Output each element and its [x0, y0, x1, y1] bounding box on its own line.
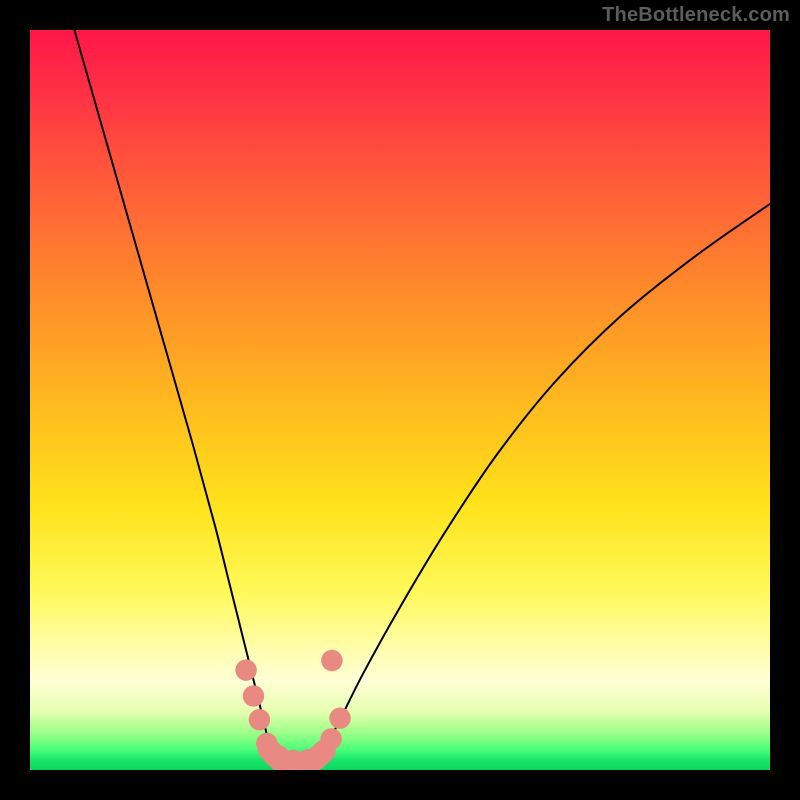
- plot-area: [30, 30, 770, 770]
- curve-layer: [30, 30, 770, 770]
- marker-point: [235, 659, 256, 680]
- marker-point: [320, 728, 341, 749]
- series-right-branch: [327, 204, 770, 744]
- marker-point: [283, 750, 304, 770]
- marker-point: [249, 709, 270, 730]
- watermark-text: TheBottleneck.com: [602, 4, 790, 27]
- marker-point: [321, 650, 342, 671]
- marker-point: [298, 749, 319, 770]
- marker-point: [256, 733, 277, 754]
- valley-fill-layer: [269, 749, 324, 764]
- series-layer: [74, 30, 770, 744]
- valley-fill: [269, 749, 324, 764]
- marker-point: [329, 707, 350, 728]
- watermark-label: TheBottleneck.com: [602, 4, 790, 26]
- marker-point: [268, 745, 289, 766]
- marker-point: [243, 685, 264, 706]
- series-left-branch: [74, 30, 269, 744]
- chart-stage: TheBottleneck.com: [0, 0, 800, 800]
- marker-layer: [235, 650, 350, 770]
- marker-point: [310, 744, 331, 765]
